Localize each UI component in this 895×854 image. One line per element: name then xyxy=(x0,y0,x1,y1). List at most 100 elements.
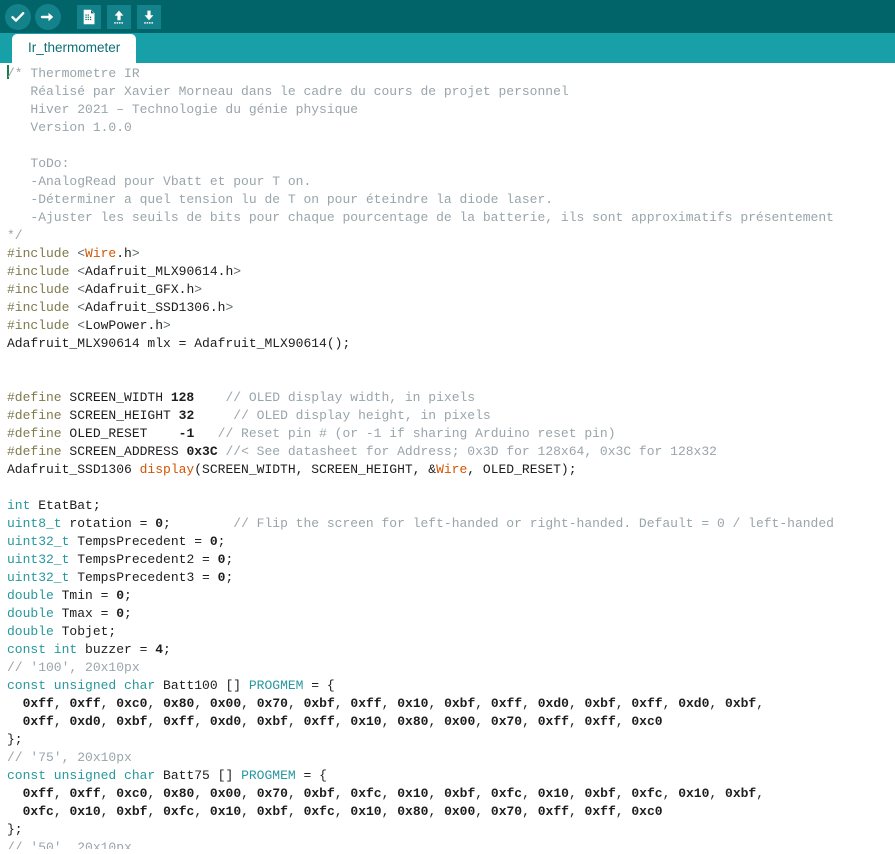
code-token: // Reset pin # (or -1 if sharing Arduino… xyxy=(217,426,616,441)
code-line: 0xfc, 0x10, 0xbf, 0xfc, 0x10, 0xbf, 0xfc… xyxy=(7,803,895,821)
code-token: -1 xyxy=(178,426,195,441)
code-token: 0xff xyxy=(584,804,616,819)
sketch-tab-bar: Ir_thermometer xyxy=(0,33,895,63)
code-token: uint32_t xyxy=(7,534,70,549)
arrow-down-icon xyxy=(144,10,154,24)
code-token: 0xd0 xyxy=(69,714,101,729)
code-token: , xyxy=(709,786,726,801)
code-token: Version 1.0.0 xyxy=(7,120,132,135)
code-token: Adafruit_MLX90614.h xyxy=(85,264,234,279)
code-token: 0xbf xyxy=(725,696,757,711)
code-token: , xyxy=(147,714,164,729)
code-token: Hiver 2021 – Technologie du génie physiq… xyxy=(7,102,359,117)
code-token: #define xyxy=(7,426,62,441)
code-token: , xyxy=(194,696,210,711)
code-token: < xyxy=(77,318,86,333)
open-sketch-button[interactable] xyxy=(107,4,131,29)
code-token: uint8_t xyxy=(7,516,62,531)
code-token: // '75', 20x10px xyxy=(7,750,132,765)
code-token: , xyxy=(194,714,210,729)
code-token: 0xff xyxy=(163,714,195,729)
code-token: 0xc0 xyxy=(631,714,663,729)
code-token: -AnalogRead pour Vbatt et pour T on. xyxy=(7,174,312,189)
code-token: 0xff xyxy=(69,786,101,801)
code-token: < xyxy=(77,264,86,279)
code-token: 4 xyxy=(155,642,164,657)
code-token: , xyxy=(287,804,304,819)
code-token: 0 xyxy=(116,606,125,621)
code-token: #define xyxy=(7,444,62,459)
code-token: EtatBat; xyxy=(30,498,101,513)
code-token: TempsPrecedent2 = xyxy=(69,552,218,567)
code-token: buzzer = xyxy=(77,642,156,657)
code-token: SCREEN_HEIGHT xyxy=(61,408,179,423)
code-token: 0xfc xyxy=(631,786,663,801)
code-token: 0 xyxy=(155,516,164,531)
arrow-right-icon xyxy=(40,12,54,21)
code-line: int EtatBat; xyxy=(7,497,895,515)
code-token: const unsigned char xyxy=(7,678,156,693)
code-token: // '50', 20x10px xyxy=(7,840,132,849)
code-line: #define SCREEN_WIDTH 128 // OLED display… xyxy=(7,389,895,407)
code-token: 0xfc xyxy=(163,804,195,819)
code-token: display xyxy=(139,462,195,477)
check-icon xyxy=(11,11,25,22)
code-token: 0xbf xyxy=(303,696,335,711)
code-token: 0xbf xyxy=(256,804,288,819)
code-token: = { xyxy=(303,678,335,693)
code-token: 0xc0 xyxy=(631,804,663,819)
code-token: /* Thermometre IR xyxy=(7,66,140,81)
code-token: 0x70 xyxy=(256,786,288,801)
code-token: 0x10 xyxy=(69,804,101,819)
code-token: , xyxy=(428,786,445,801)
code-token: 0xff xyxy=(69,696,101,711)
code-token: (SCREEN_WIDTH, SCREEN_HEIGHT, & xyxy=(194,462,437,477)
code-token: , xyxy=(334,804,351,819)
code-token: , xyxy=(568,714,585,729)
main-toolbar xyxy=(0,0,895,33)
code-token: , OLED_RESET); xyxy=(467,462,577,477)
code-token: const unsigned char xyxy=(7,768,156,783)
code-token: , xyxy=(100,786,117,801)
code-token: const int xyxy=(7,642,78,657)
code-token: , xyxy=(615,714,632,729)
code-token: 0x80 xyxy=(163,696,195,711)
code-token: ; xyxy=(225,552,234,567)
code-token: , xyxy=(100,696,117,711)
code-token: Batt100 [] xyxy=(155,678,249,693)
code-token: 0x10 xyxy=(350,714,382,729)
code-token: , xyxy=(662,696,679,711)
code-token: PROGMEM xyxy=(248,678,304,693)
code-token: SCREEN_WIDTH xyxy=(61,390,171,405)
code-line: 0xff, 0xd0, 0xbf, 0xff, 0xd0, 0xbf, 0xff… xyxy=(7,713,895,731)
code-token: 0x70 xyxy=(256,696,288,711)
code-token: , xyxy=(615,804,632,819)
code-token: Adafruit_SSD1306.h xyxy=(85,300,226,315)
code-line: uint8_t rotation = 0; // Flip the screen… xyxy=(7,515,895,533)
code-line: const unsigned char Batt75 [] PROGMEM = … xyxy=(7,767,895,785)
code-token: , xyxy=(522,714,538,729)
new-sketch-button[interactable] xyxy=(77,4,101,29)
sketch-tab-ir-thermometer[interactable]: Ir_thermometer xyxy=(12,34,137,63)
code-token: OLED_RESET xyxy=(61,426,179,441)
code-token: LowPower.h xyxy=(85,318,164,333)
code-line: double Tmin = 0; xyxy=(7,587,895,605)
code-token: , xyxy=(475,696,491,711)
code-line: Adafruit_MLX90614 mlx = Adafruit_MLX9061… xyxy=(7,335,895,353)
code-token: > xyxy=(233,264,242,279)
code-line: #include <Adafruit_GFX.h> xyxy=(7,281,895,299)
code-editor[interactable]: /* Thermometre IR Réalisé par Xavier Mor… xyxy=(0,63,895,854)
code-token: , xyxy=(194,804,210,819)
code-line: }; xyxy=(7,731,895,749)
upload-button[interactable] xyxy=(35,3,61,30)
code-token: Tmax = xyxy=(53,606,117,621)
code-token: 0xfc xyxy=(303,804,335,819)
save-sketch-button[interactable] xyxy=(137,4,161,29)
code-line: // '50', 20x10px xyxy=(7,839,895,849)
code-line: -Ajuster les seuils de bits pour chaque … xyxy=(7,209,895,227)
code-line: // '100', 20x10px xyxy=(7,659,895,677)
verify-button[interactable] xyxy=(5,3,31,30)
